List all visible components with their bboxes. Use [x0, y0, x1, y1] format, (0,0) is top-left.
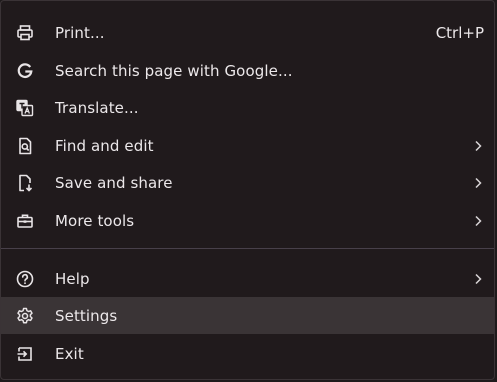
menu-item-label: More tools	[55, 211, 135, 230]
menu-item-label: Help	[55, 269, 90, 288]
chevron-right-icon	[472, 214, 484, 228]
menu-item-label: Settings	[55, 306, 118, 325]
menu-item-label: Exit	[55, 344, 84, 363]
exit-icon	[15, 344, 35, 364]
save-page-icon	[15, 173, 35, 193]
menu-item-label: Translate...	[55, 98, 139, 117]
menu-item-translate[interactable]: Translate...	[1, 89, 494, 126]
menu-item-help[interactable]: Help	[1, 260, 494, 297]
toolbox-icon	[15, 211, 35, 231]
chevron-right-icon	[472, 139, 484, 153]
menu-item-search-google[interactable]: Search this page with Google...	[1, 52, 494, 89]
find-in-page-icon	[15, 136, 35, 156]
menu-item-settings[interactable]: Settings	[1, 297, 494, 334]
printer-icon	[15, 23, 35, 43]
menu-item-label: Save and share	[55, 173, 173, 192]
browser-main-menu: Print... Ctrl+P Search this page with Go…	[0, 0, 495, 380]
chevron-right-icon	[472, 176, 484, 190]
shortcut-text: Ctrl+P	[435, 23, 484, 42]
google-icon	[15, 61, 35, 81]
menu-item-label: Search this page with Google...	[55, 61, 293, 80]
gear-icon	[15, 306, 35, 326]
menu-item-print[interactable]: Print... Ctrl+P	[1, 14, 494, 51]
menu-item-exit[interactable]: Exit	[1, 335, 494, 372]
menu-item-find-and-edit[interactable]: Find and edit	[1, 127, 494, 164]
help-circle-icon	[15, 269, 35, 289]
menu-item-label: Find and edit	[55, 136, 154, 155]
menu-separator	[1, 248, 494, 249]
menu-item-save-and-share[interactable]: Save and share	[1, 164, 494, 201]
menu-item-label: Print...	[55, 23, 105, 42]
translate-icon	[15, 98, 35, 118]
menu-item-more-tools[interactable]: More tools	[1, 202, 494, 239]
chevron-right-icon	[472, 272, 484, 286]
